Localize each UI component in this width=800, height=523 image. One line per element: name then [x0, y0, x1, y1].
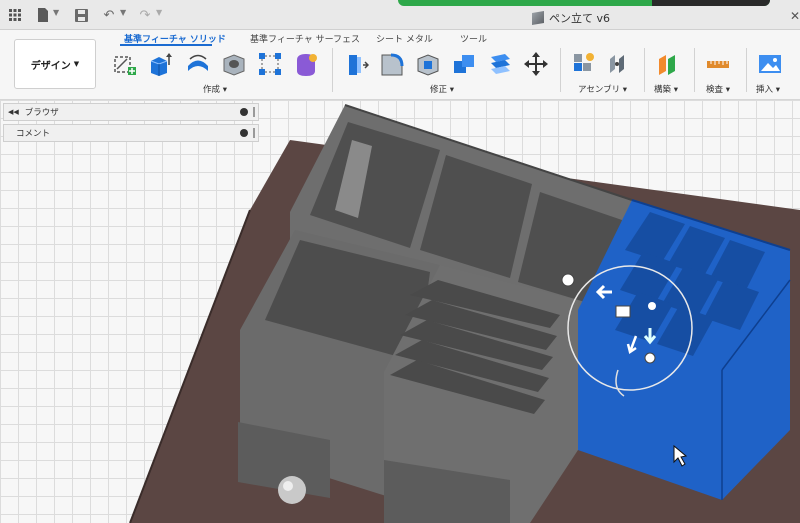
gizmo-handle[interactable] [561, 273, 575, 287]
rectangular-pattern-icon[interactable] [256, 50, 284, 78]
split-body-icon[interactable] [486, 50, 514, 78]
redo-icon[interactable]: ↷ [136, 6, 154, 24]
create-form-icon[interactable] [292, 50, 320, 78]
component-cube-icon [532, 10, 544, 26]
close-tab-icon[interactable]: ✕ [790, 9, 800, 23]
browser-label: ブラウザ [24, 108, 59, 118]
gizmo-handle[interactable] [644, 352, 656, 364]
window-control-strip [652, 0, 770, 6]
assemble-group-label[interactable]: アセンブリ ▾ [578, 83, 627, 95]
modify-group-label[interactable]: 修正 ▾ [430, 83, 454, 95]
group-divider [332, 48, 333, 92]
toolbar-ribbon: デザイン ▼ 基準フィーチャ ソリッド 基準フィーチャ サーフェス シート メタ… [0, 30, 800, 100]
tab-tools[interactable]: ツール [460, 32, 487, 45]
create-group-label[interactable]: 作成 ▾ [203, 83, 227, 95]
group-divider [694, 48, 695, 92]
app-bar: ▼ ↶ ▼ ↷ ▼ ペン立て v6 ✕ [0, 0, 800, 30]
file-icon[interactable] [34, 6, 52, 24]
create-sketch-icon[interactable] [110, 50, 138, 78]
construct-group-label[interactable]: 構築 ▾ [654, 83, 678, 95]
insert-canvas-icon[interactable] [756, 50, 784, 78]
3d-viewport[interactable] [0, 100, 800, 523]
extrude-icon[interactable] [146, 50, 174, 78]
gizmo-center-point[interactable] [648, 302, 656, 310]
measure-icon[interactable] [704, 50, 732, 78]
save-icon[interactable] [72, 6, 90, 24]
group-divider [746, 48, 747, 92]
undo-chevron-down-icon[interactable]: ▼ [120, 8, 126, 17]
panel-resize-handle[interactable] [253, 107, 255, 117]
document-title: ペン立て v6 [549, 12, 611, 25]
workspace-label: デザイン [30, 60, 71, 72]
move-icon[interactable] [522, 50, 550, 78]
panel-pin-icon[interactable] [240, 129, 248, 137]
chevron-down-icon: ▼ [73, 60, 80, 68]
redo-chevron-down-icon[interactable]: ▼ [156, 8, 162, 17]
tab-surface[interactable]: 基準フィーチャ サーフェス [250, 32, 360, 45]
inspect-group-label[interactable]: 検査 ▾ [706, 83, 730, 95]
insert-group-label[interactable]: 挿入 ▾ [756, 83, 780, 95]
shell-icon[interactable] [414, 50, 442, 78]
hole-icon[interactable] [220, 50, 248, 78]
workspace-switcher-button[interactable]: デザイン ▼ [14, 39, 96, 89]
undo-icon[interactable]: ↶ [100, 6, 118, 24]
gizmo-box-icon[interactable] [615, 305, 631, 318]
comments-label: コメント [16, 129, 51, 139]
comments-panel[interactable]: コメント [3, 124, 259, 142]
active-tab-indicator [120, 44, 212, 46]
pen-stand-model[interactable] [0, 100, 800, 523]
drawer-knob[interactable] [278, 476, 306, 504]
combine-icon[interactable] [450, 50, 478, 78]
revolve-icon[interactable] [184, 50, 212, 78]
document-tab[interactable]: ペン立て v6 [532, 10, 610, 26]
press-pull-icon[interactable] [342, 50, 370, 78]
collapse-panel-icon[interactable]: ◀◀ [8, 108, 19, 116]
group-divider [560, 48, 561, 92]
tab-sheet-metal[interactable]: シート メタル [376, 32, 433, 45]
fillet-icon[interactable] [378, 50, 406, 78]
joint-icon[interactable] [604, 50, 632, 78]
offset-plane-icon[interactable] [654, 50, 682, 78]
new-component-icon[interactable] [570, 50, 598, 78]
grid-menu-icon[interactable] [6, 6, 24, 24]
file-menu-chevron-down-icon[interactable]: ▼ [53, 8, 59, 17]
browser-panel[interactable]: ◀◀ ブラウザ [3, 103, 259, 121]
group-divider [644, 48, 645, 92]
panel-resize-handle[interactable] [253, 128, 255, 138]
panel-pin-icon[interactable] [240, 108, 248, 116]
